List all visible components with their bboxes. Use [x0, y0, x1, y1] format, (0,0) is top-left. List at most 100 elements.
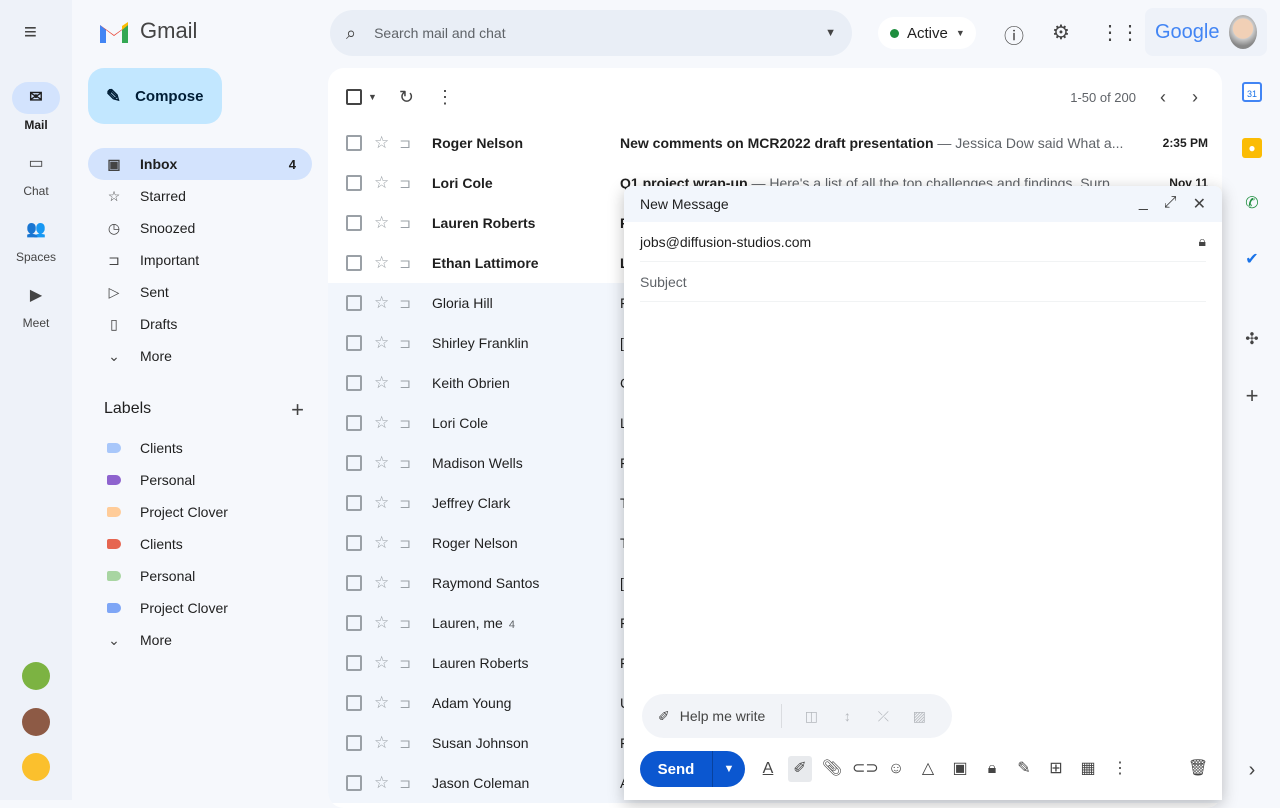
emoji-icon[interactable]: ☺ — [884, 756, 908, 782]
row-checkbox[interactable] — [346, 135, 362, 151]
drive-icon[interactable]: △ — [916, 756, 940, 782]
refresh-icon[interactable]: ↻ — [399, 87, 414, 108]
row-checkbox[interactable] — [346, 495, 362, 511]
nav-important[interactable]: ⊐ Important — [88, 244, 312, 276]
magic-pen-icon[interactable]: ✐ — [788, 756, 812, 782]
label-item[interactable]: Clients — [88, 528, 312, 560]
important-icon[interactable]: ⊐ — [399, 695, 411, 712]
important-icon[interactable]: ⊐ — [399, 295, 411, 312]
minimize-icon[interactable]: _ — [1139, 194, 1148, 214]
important-icon[interactable]: ⊐ — [399, 215, 411, 232]
nav-more[interactable]: ⌄ More — [88, 340, 312, 372]
subject-field[interactable]: Subject — [640, 262, 1206, 302]
confidential-icon[interactable]: 🔒︎ — [980, 756, 1004, 782]
subject-input[interactable]: Subject — [640, 274, 687, 290]
row-checkbox[interactable] — [346, 655, 362, 671]
search-bar[interactable]: ⌕ Search mail and chat ▼ — [330, 10, 852, 56]
star-icon[interactable]: ☆ — [374, 733, 389, 753]
nav-drafts[interactable]: ▯ Drafts — [88, 308, 312, 340]
star-icon[interactable]: ☆ — [374, 533, 389, 553]
row-checkbox[interactable] — [346, 215, 362, 231]
addons-icon[interactable]: ✣ — [1242, 330, 1262, 350]
expand-panel-icon[interactable]: › — [1242, 760, 1262, 780]
row-checkbox[interactable] — [346, 615, 362, 631]
row-checkbox[interactable] — [346, 375, 362, 391]
rail-meet[interactable]: ▶ Meet — [0, 280, 72, 330]
row-checkbox[interactable] — [346, 415, 362, 431]
signature-icon[interactable]: ✎ — [1012, 756, 1036, 782]
select-all-checkbox[interactable] — [346, 89, 362, 105]
star-icon[interactable]: ☆ — [374, 253, 389, 273]
important-icon[interactable]: ⊐ — [399, 455, 411, 472]
search-options-icon[interactable]: ▼ — [825, 27, 836, 39]
search-icon[interactable]: ⌕ — [346, 23, 356, 44]
important-icon[interactable]: ⊐ — [399, 735, 411, 752]
email-row[interactable]: ☆ ⊐ Roger Nelson New comments on MCR2022 … — [328, 123, 1222, 163]
search-input[interactable]: Search mail and chat — [374, 25, 825, 41]
nav-inbox[interactable]: ▣ Inbox 4 — [88, 148, 312, 180]
template-icon[interactable]: ⊞ — [1044, 756, 1068, 782]
important-icon[interactable]: ⊐ — [399, 535, 411, 552]
discard-icon[interactable]: 🗑︎ — [1186, 756, 1210, 782]
important-icon[interactable]: ⊐ — [399, 415, 411, 432]
star-icon[interactable]: ☆ — [374, 173, 389, 193]
star-icon[interactable]: ☆ — [374, 213, 389, 233]
voice-icon[interactable]: ✆ — [1242, 194, 1262, 214]
nav-starred[interactable]: ☆ Starred — [88, 180, 312, 212]
fullscreen-icon[interactable]: ⤢ — [1164, 194, 1177, 214]
more-vert-icon[interactable]: ⋮ — [436, 87, 454, 108]
compose-header[interactable]: New Message _ ⤢ ✕ — [624, 186, 1222, 222]
calendar-icon[interactable]: 31 — [1242, 82, 1262, 102]
star-icon[interactable]: ☆ — [374, 373, 389, 393]
important-icon[interactable]: ⊐ — [399, 495, 411, 512]
attach-icon[interactable]: 📎︎ — [820, 756, 844, 782]
row-checkbox[interactable] — [346, 455, 362, 471]
row-checkbox[interactable] — [346, 175, 362, 191]
star-icon[interactable]: ☆ — [374, 693, 389, 713]
important-icon[interactable]: ⊐ — [399, 375, 411, 392]
important-icon[interactable]: ⊐ — [399, 655, 411, 672]
rail-mail[interactable]: ✉ Mail — [0, 82, 72, 132]
important-icon[interactable]: ⊐ — [399, 255, 411, 272]
select-caret-icon[interactable]: ▼ — [368, 92, 377, 102]
main-menu-icon[interactable]: ≡ — [24, 21, 48, 43]
text-format-icon[interactable]: A — [756, 756, 780, 782]
nav-snoozed[interactable]: ◷ Snoozed — [88, 212, 312, 244]
status-dropdown[interactable]: Active ▼ — [878, 17, 976, 49]
prev-page-icon[interactable]: ‹ — [1160, 87, 1166, 108]
star-icon[interactable]: ☆ — [374, 293, 389, 313]
label-item[interactable]: Project Clover — [88, 496, 312, 528]
labels-more[interactable]: ⌄ More — [88, 624, 312, 656]
lock-icon[interactable]: 🔒︎ — [1199, 233, 1206, 250]
row-checkbox[interactable] — [346, 695, 362, 711]
nav-sent[interactable]: ▷ Sent — [88, 276, 312, 308]
image-icon[interactable]: ▣ — [948, 756, 972, 782]
label-item[interactable]: Clients — [88, 432, 312, 464]
important-icon[interactable]: ⊐ — [399, 335, 411, 352]
row-checkbox[interactable] — [346, 295, 362, 311]
star-icon[interactable]: ☆ — [374, 773, 389, 793]
label-item[interactable]: Personal — [88, 560, 312, 592]
label-item[interactable]: Project Clover — [88, 592, 312, 624]
avatar[interactable] — [22, 662, 50, 690]
star-icon[interactable]: ☆ — [374, 413, 389, 433]
keep-icon[interactable]: ● — [1242, 138, 1262, 158]
to-field[interactable]: jobs@diffusion-studios.com 🔒︎ — [640, 222, 1206, 262]
important-icon[interactable]: ⊐ — [399, 775, 411, 792]
message-body[interactable] — [624, 302, 1222, 682]
row-checkbox[interactable] — [346, 735, 362, 751]
important-icon[interactable]: ⊐ — [399, 575, 411, 592]
send-button[interactable]: Send ▼ — [640, 751, 745, 787]
help-me-write-button[interactable]: Help me write — [680, 708, 766, 724]
label-item[interactable]: Personal — [88, 464, 312, 496]
important-icon[interactable]: ⊐ — [399, 175, 411, 192]
star-icon[interactable]: ☆ — [374, 653, 389, 673]
star-icon[interactable]: ☆ — [374, 573, 389, 593]
gear-icon[interactable]: ⚙ — [1052, 20, 1070, 45]
row-checkbox[interactable] — [346, 535, 362, 551]
add-icon[interactable]: + — [1242, 385, 1262, 407]
tasks-icon[interactable]: ✔ — [1242, 250, 1262, 270]
avatar[interactable] — [22, 753, 50, 781]
star-icon[interactable]: ☆ — [374, 613, 389, 633]
next-page-icon[interactable]: › — [1192, 87, 1198, 108]
